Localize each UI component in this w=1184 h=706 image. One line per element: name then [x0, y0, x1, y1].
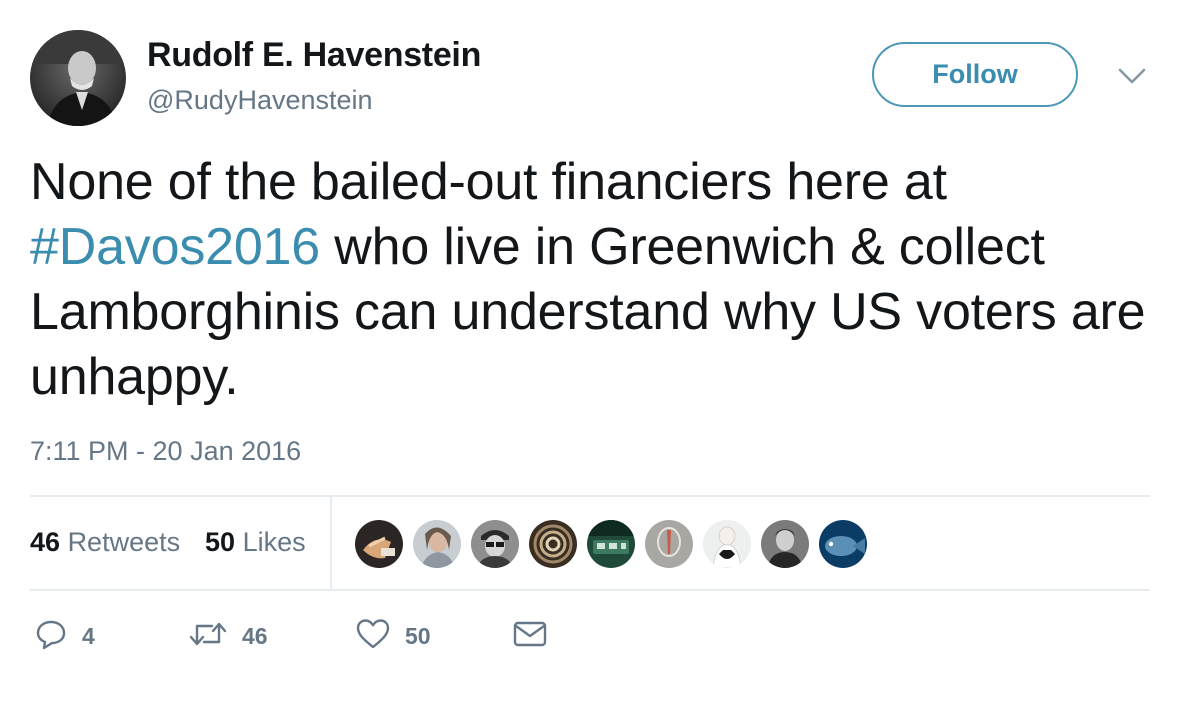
retweet-count: 46 [242, 622, 268, 649]
retweet-icon [188, 617, 228, 656]
tweet-card: Rudolf E. Havenstein @RudyHavenstein Fol… [0, 0, 1184, 706]
retweets-label: Retweets [67, 527, 181, 557]
envelope-icon [512, 617, 548, 656]
direct-message-button[interactable] [512, 618, 548, 654]
reply-count: 4 [82, 622, 95, 649]
retweets-count: 46 [30, 527, 61, 557]
hashtag-link[interactable]: #Davos2016 [30, 218, 320, 276]
reply-icon [34, 617, 68, 656]
chevron-down-icon[interactable] [1116, 62, 1148, 90]
retweets-stat[interactable]: 46 Retweets [30, 527, 180, 558]
retweet-button[interactable]: 46 [188, 618, 268, 654]
like-count: 50 [405, 622, 431, 649]
liker-avatar[interactable] [528, 519, 578, 569]
liker-avatar[interactable] [818, 519, 868, 569]
liker-avatar[interactable] [760, 519, 810, 569]
liker-avatar[interactable] [702, 519, 752, 569]
likes-stat[interactable]: 50 Likes [205, 527, 306, 558]
tweet-timestamp[interactable]: 7:11 PM - 20 Jan 2016 [30, 436, 301, 467]
reply-button[interactable]: 4 [34, 618, 95, 654]
heart-icon [355, 617, 391, 656]
tweet-text-part: None of the bailed-out financiers here a… [30, 153, 947, 211]
author-screen-name[interactable]: @RudyHavenstein [147, 85, 373, 116]
follow-button[interactable]: Follow [872, 42, 1078, 107]
author-avatar[interactable] [30, 30, 126, 126]
liker-avatar[interactable] [412, 519, 462, 569]
liker-avatar[interactable] [586, 519, 636, 569]
divider [30, 495, 1150, 497]
liker-avatar[interactable] [354, 519, 404, 569]
author-display-name[interactable]: Rudolf E. Havenstein [147, 36, 481, 75]
divider [30, 589, 1150, 591]
liker-avatar[interactable] [470, 519, 520, 569]
like-button[interactable]: 50 [355, 618, 431, 654]
likes-label: Likes [242, 527, 306, 557]
tweet-text: None of the bailed-out financiers here a… [30, 150, 1160, 410]
stats-divider [330, 497, 332, 589]
likes-count: 50 [205, 527, 236, 557]
liker-avatar[interactable] [644, 519, 694, 569]
